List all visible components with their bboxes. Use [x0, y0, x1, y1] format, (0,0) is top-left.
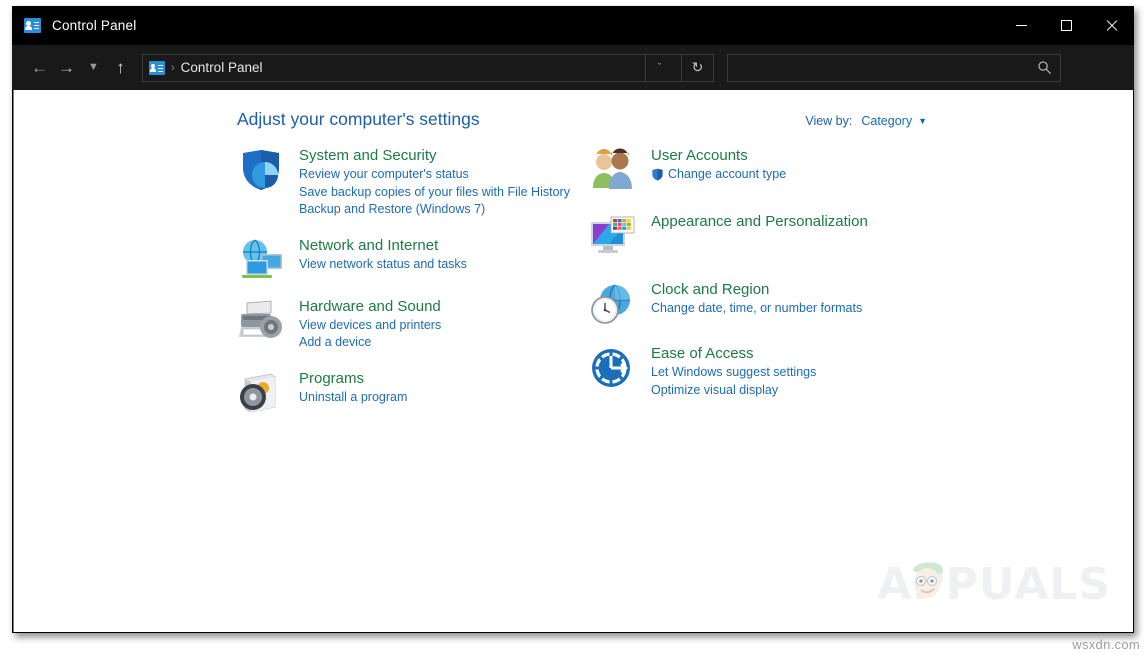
uac-shield-icon: [652, 168, 663, 181]
view-by-label: View by:: [805, 114, 853, 128]
control-panel-icon: [24, 18, 41, 33]
category-system-and-security[interactable]: System and Security Review your computer…: [237, 146, 570, 219]
watermark-brand-text: APPUALS: [877, 559, 1111, 610]
category-link[interactable]: Optimize visual display: [651, 382, 929, 400]
category-link[interactable]: Uninstall a program: [299, 389, 567, 407]
category-link[interactable]: Change date, time, or number formats: [651, 300, 929, 318]
shield-icon: [243, 150, 279, 190]
window-controls: [999, 6, 1134, 45]
ease-of-access-wheel-icon: [592, 349, 630, 387]
recent-locations-button[interactable]: ▼: [80, 53, 107, 83]
view-by-value[interactable]: Category: [861, 114, 912, 128]
user-accounts-people-icon: [593, 148, 632, 189]
monitor-palette-icon: [591, 216, 635, 253]
category-ease-of-access[interactable]: Ease of Access Let Windows suggest setti…: [589, 344, 929, 399]
category-title[interactable]: Network and Internet: [299, 236, 567, 255]
category-title[interactable]: Programs: [299, 369, 567, 388]
chevron-down-icon: ▼: [88, 61, 99, 73]
category-title[interactable]: User Accounts: [651, 146, 929, 165]
page-title: Adjust your computer's settings: [237, 109, 480, 129]
search-icon: [1038, 60, 1051, 74]
navigation-bar: ← → ▼ ↑ › Control Panel ˇ ↻: [12, 45, 1134, 90]
network-globe-monitors-icon: [242, 239, 282, 278]
category-network-and-internet[interactable]: Network and Internet View network status…: [237, 236, 567, 280]
breadcrumb-control-panel[interactable]: Control Panel: [181, 60, 263, 75]
site-watermark: wsxdn.com: [1072, 637, 1140, 652]
refresh-icon: ↻: [691, 59, 704, 75]
clock-globe-icon: [591, 284, 630, 324]
window-title: Control Panel: [52, 18, 137, 33]
maximize-button[interactable]: [1044, 6, 1089, 45]
arrow-up-icon: ↑: [116, 58, 125, 77]
arrow-right-icon: →: [58, 58, 75, 77]
programs-disc-box-icon: [240, 373, 276, 412]
category-link[interactable]: Backup and Restore (Windows 7): [299, 201, 567, 219]
title-bar: Control Panel: [12, 6, 1134, 45]
category-programs[interactable]: Programs Uninstall a program: [237, 369, 567, 413]
forward-button[interactable]: →: [53, 53, 80, 83]
category-link[interactable]: Add a device: [299, 334, 567, 352]
category-title[interactable]: System and Security: [299, 146, 567, 165]
close-icon: [1105, 19, 1118, 32]
address-bar[interactable]: › Control Panel ˇ ↻: [142, 53, 714, 82]
minimize-icon: [1016, 25, 1027, 26]
chevron-down-icon[interactable]: ▼: [918, 116, 927, 126]
refresh-button[interactable]: ↻: [681, 54, 713, 81]
control-panel-icon: [149, 60, 165, 75]
category-clock-and-region[interactable]: Clock and Region Change date, time, or n…: [589, 280, 929, 324]
category-user-accounts[interactable]: User Accounts Change account type: [589, 146, 929, 190]
minimize-button[interactable]: [999, 6, 1044, 45]
category-title[interactable]: Hardware and Sound: [299, 297, 567, 316]
category-link[interactable]: View network status and tasks: [299, 256, 567, 274]
category-hardware-and-sound[interactable]: Hardware and Sound View devices and prin…: [237, 297, 567, 352]
search-box[interactable]: [727, 53, 1061, 82]
address-dropdown-button[interactable]: ˇ: [645, 54, 673, 81]
category-link[interactable]: View devices and printers: [299, 317, 567, 335]
category-title[interactable]: Ease of Access: [651, 344, 929, 363]
printer-speaker-icon: [239, 300, 282, 338]
category-column-left: System and Security Review your computer…: [237, 146, 570, 430]
category-link[interactable]: Let Windows suggest settings: [651, 364, 929, 382]
category-appearance-and-personalization[interactable]: Appearance and Personalization: [589, 212, 929, 256]
category-title[interactable]: Clock and Region: [651, 280, 929, 299]
arrow-left-icon: ←: [31, 58, 48, 77]
category-link[interactable]: Review your computer's status: [299, 166, 567, 184]
category-link[interactable]: Change account type: [651, 166, 929, 184]
control-panel-window: Control Panel ← → ▼ ↑ › Control Panel ˇ …: [12, 6, 1134, 633]
category-link-label: Change account type: [668, 167, 787, 181]
breadcrumb-separator-icon: ›: [171, 61, 175, 74]
back-button[interactable]: ←: [26, 53, 53, 83]
category-title[interactable]: Appearance and Personalization: [651, 212, 929, 231]
close-button[interactable]: [1089, 6, 1134, 45]
view-by-control[interactable]: View by: Category ▼: [805, 114, 927, 128]
screenshot-root: Control Panel ← → ▼ ↑ › Control Panel ˇ …: [0, 0, 1146, 655]
search-input[interactable]: [728, 54, 1028, 81]
content-header: Adjust your computer's settings View by:…: [237, 109, 927, 130]
content-area: Adjust your computer's settings View by:…: [13, 90, 1133, 632]
appuals-watermark: APPUALS: [877, 559, 1111, 610]
maximize-icon: [1061, 20, 1072, 31]
chevron-down-icon: ˇ: [657, 61, 662, 74]
up-one-level-button[interactable]: ↑: [107, 53, 134, 83]
mascot-icon: [913, 562, 944, 598]
category-column-right: User Accounts Change account type Appear…: [589, 146, 929, 416]
category-link[interactable]: Save backup copies of your files with Fi…: [299, 184, 570, 202]
